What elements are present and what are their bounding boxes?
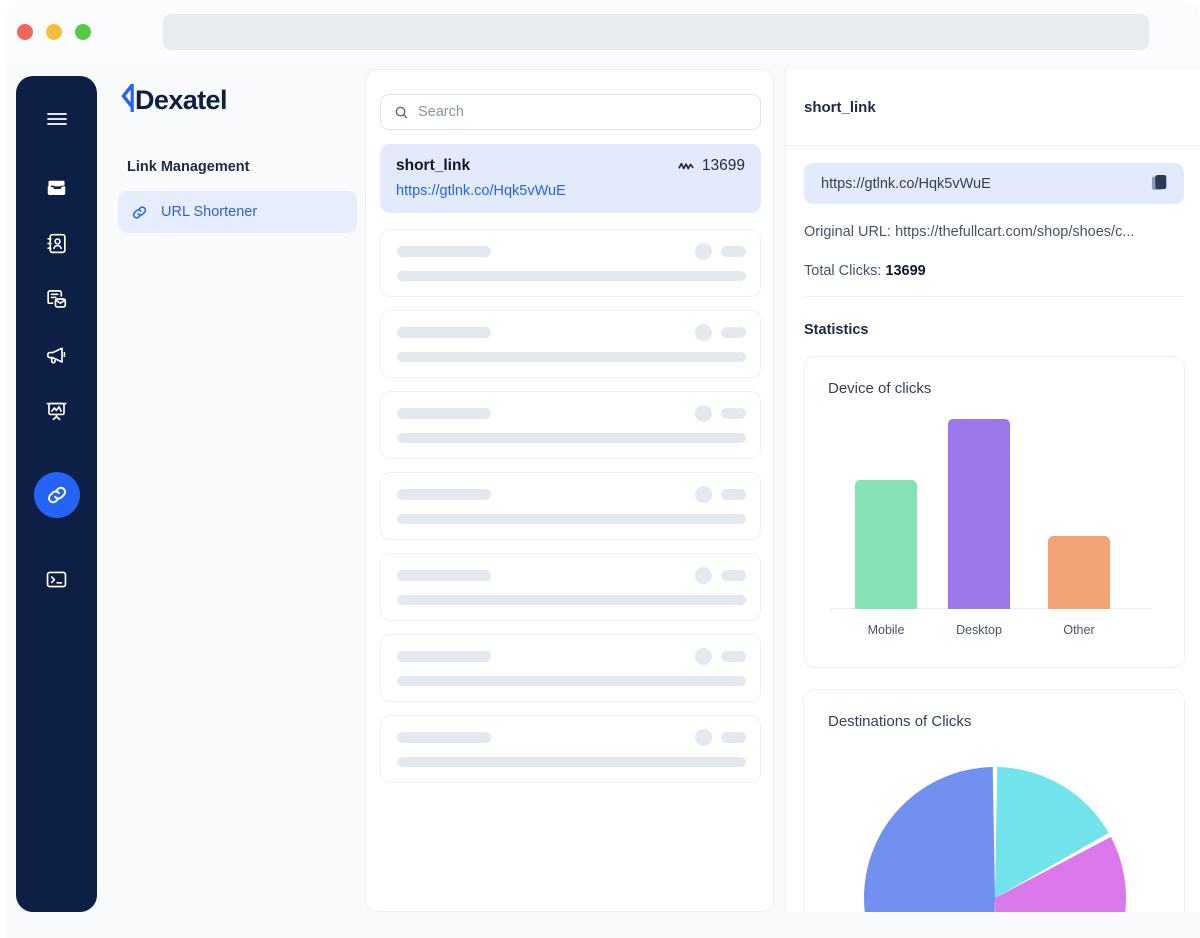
list-item-skeleton <box>380 391 761 459</box>
device-bar-chart: Mobile Desktop Other <box>830 419 1152 643</box>
brand-mark-icon <box>119 83 134 117</box>
statistics-heading: Statistics <box>804 322 869 338</box>
skeleton-line-bar <box>397 271 746 281</box>
copy-icon[interactable] <box>1151 174 1168 193</box>
skeleton-line-bar <box>397 757 746 767</box>
total-clicks-row: Total Clicks: 13699 <box>804 263 926 279</box>
bar-other <box>1048 536 1110 609</box>
link-detail-panel: short_link https://gtlnk.co/Hqk5vWuE Ori… <box>785 69 1200 912</box>
bar-column-mobile[interactable] <box>855 419 917 609</box>
contacts-icon[interactable] <box>34 220 80 266</box>
link-card-header: short_link 13699 <box>396 157 745 175</box>
presentation-chart-icon[interactable] <box>34 388 80 434</box>
device-chart-title: Device of clicks <box>828 380 932 397</box>
original-url-row: Original URL: https://thefullcart.com/sh… <box>804 224 1134 240</box>
short-url-value: https://gtlnk.co/Hqk5vWuE <box>821 175 991 192</box>
link-click-count-value: 13699 <box>701 157 745 174</box>
bar-label-other: Other <box>1063 623 1095 637</box>
link-chain-icon <box>130 203 149 222</box>
link-list-item-selected[interactable]: short_link 13699 https://gtlnk.co/Hqk5vW… <box>380 144 761 213</box>
nav-item-label: URL Shortener <box>161 204 258 220</box>
skeleton-pill <box>721 327 746 338</box>
skeleton-title-bar <box>397 246 491 257</box>
skeleton-pill <box>721 570 746 581</box>
destinations-of-clicks-card: Destinations of Clicks <box>803 689 1185 912</box>
skeleton-pill <box>721 408 746 419</box>
nav-section-title: Link Management <box>127 159 250 175</box>
browser-titlebar <box>6 0 1200 64</box>
list-item-skeleton <box>380 229 761 297</box>
bar-desktop <box>948 419 1010 609</box>
skeleton-circle <box>695 567 712 584</box>
browser-window: Dexatel Link Management URL Shortener Se… <box>6 0 1200 938</box>
brand-logo: Dexatel <box>119 83 227 117</box>
address-bar[interactable] <box>163 14 1149 50</box>
skeleton-title-bar <box>397 732 491 743</box>
bar-column-desktop[interactable] <box>948 419 1010 609</box>
skeleton-circle <box>695 729 712 746</box>
link-click-count: 13699 <box>678 157 745 175</box>
search-icon <box>394 105 409 120</box>
destinations-pie-chart <box>804 748 1184 912</box>
bar-label-desktop: Desktop <box>956 623 1002 637</box>
icon-rail <box>16 76 97 912</box>
list-item-skeleton <box>380 715 761 783</box>
skeleton-title-bar <box>397 651 491 662</box>
skeleton-line-bar <box>397 676 746 686</box>
search-placeholder: Search <box>418 104 464 120</box>
traffic-lights <box>17 24 91 40</box>
skeleton-title-bar <box>397 408 491 419</box>
minimize-window-button[interactable] <box>46 24 62 40</box>
brand-name: Dexatel <box>135 85 227 115</box>
search-input[interactable]: Search <box>380 94 761 130</box>
hamburger-menu-icon[interactable] <box>34 96 80 142</box>
maximize-window-button[interactable] <box>75 24 91 40</box>
skeleton-pill <box>721 732 746 743</box>
total-clicks-value: 13699 <box>885 263 926 279</box>
inbox-icon[interactable] <box>34 164 80 210</box>
nav-item-url-shortener[interactable]: URL Shortener <box>118 191 357 233</box>
skeleton-pill <box>721 246 746 257</box>
total-clicks-label: Total Clicks: <box>804 263 882 279</box>
original-url-label: Original URL: <box>804 224 892 240</box>
skeleton-circle <box>695 324 712 341</box>
list-item-skeleton <box>380 310 761 378</box>
detail-divider <box>804 296 1184 297</box>
message-templates-icon[interactable] <box>34 276 80 322</box>
skeleton-title-bar <box>397 570 491 581</box>
link-title: short_link <box>396 157 471 174</box>
close-window-button[interactable] <box>17 24 33 40</box>
skeleton-pill <box>721 651 746 662</box>
original-url-value: https://thefullcart.com/shop/shoes/c... <box>895 224 1135 240</box>
megaphone-icon[interactable] <box>34 332 80 378</box>
device-of-clicks-card: Device of clicks Mobile Desktop Other <box>803 356 1185 668</box>
terminal-icon[interactable] <box>34 556 80 602</box>
skeleton-circle <box>695 243 712 260</box>
bar-column-other[interactable] <box>1048 419 1110 609</box>
skeleton-line-bar <box>397 352 746 362</box>
skeleton-circle <box>695 486 712 503</box>
skeleton-circle <box>695 648 712 665</box>
destinations-chart-title: Destinations of Clicks <box>828 713 972 730</box>
bar-label-mobile: Mobile <box>867 623 905 637</box>
link-list-panel: Search short_link 13699 https://gtlnk.co… <box>365 69 774 912</box>
skeleton-line-bar <box>397 595 746 605</box>
short-url-field[interactable]: https://gtlnk.co/Hqk5vWuE <box>804 163 1184 204</box>
skeleton-title-bar <box>397 489 491 500</box>
sidebar-item-url-shortener[interactable] <box>33 472 80 518</box>
link-short-url[interactable]: https://gtlnk.co/Hqk5vWuE <box>396 183 745 199</box>
pie-slice-1[interactable] <box>864 767 995 912</box>
list-item-skeleton <box>380 634 761 702</box>
skeleton-circle <box>695 405 712 422</box>
skeleton-line-bar <box>397 433 746 443</box>
skeleton-pill <box>721 489 746 500</box>
list-item-skeleton <box>380 553 761 621</box>
list-item-skeleton <box>380 472 761 540</box>
skeleton-line-bar <box>397 514 746 524</box>
bar-mobile <box>855 480 917 609</box>
nav-column: Dexatel Link Management URL Shortener <box>108 76 370 912</box>
skeleton-title-bar <box>397 327 491 338</box>
detail-title: short_link <box>804 99 876 116</box>
activity-pulse-icon <box>678 160 694 173</box>
